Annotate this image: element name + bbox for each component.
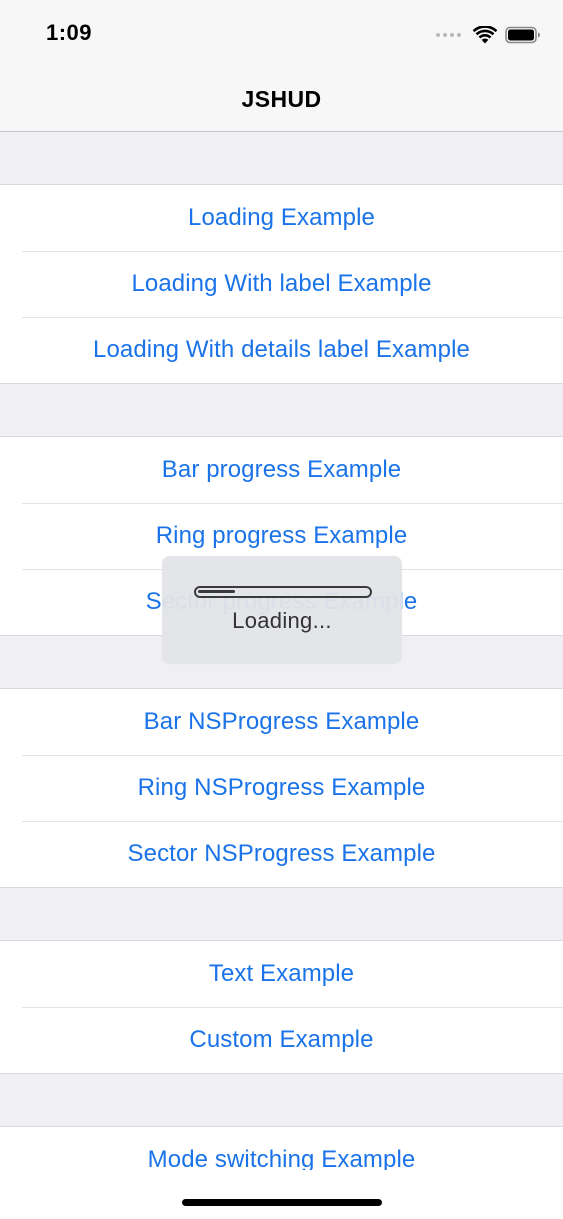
table-cell[interactable]: Custom Example — [0, 1007, 563, 1073]
section-header — [0, 888, 563, 940]
section-header — [0, 1074, 563, 1126]
status-time: 1:09 — [46, 20, 93, 45]
table-section: Bar NSProgress Example Ring NSProgress E… — [0, 688, 563, 888]
signal-dots-icon — [436, 33, 461, 37]
section-header — [0, 132, 563, 184]
home-indicator-area — [0, 1170, 563, 1219]
table-cell[interactable]: Sector NSProgress Example — [0, 821, 563, 887]
status-icons — [436, 24, 541, 46]
wifi-icon — [473, 26, 497, 44]
page-title: JSHUD — [241, 86, 322, 112]
home-indicator[interactable] — [182, 1199, 382, 1206]
table-cell[interactable]: Loading Example — [0, 185, 563, 251]
hud-label: Loading... — [232, 608, 332, 633]
progress-bar-fill — [198, 590, 235, 593]
table-cell[interactable]: Loading With label Example — [0, 251, 563, 317]
table-cell[interactable]: Bar NSProgress Example — [0, 689, 563, 755]
navigation-bar: 1:09 JSHUD — [0, 0, 563, 132]
table-cell[interactable]: Loading With details label Example — [0, 317, 563, 383]
screen: 1:09 JSHUD Loading Example Loading With … — [0, 0, 563, 1219]
progress-bar — [194, 586, 372, 598]
progress-hud: Loading... — [162, 556, 402, 664]
table-cell[interactable]: Bar progress Example — [0, 437, 563, 503]
table-section: Loading Example Loading With label Examp… — [0, 184, 563, 384]
table-cell[interactable]: Ring NSProgress Example — [0, 755, 563, 821]
table-section: Text Example Custom Example — [0, 940, 563, 1074]
table-cell[interactable]: Text Example — [0, 941, 563, 1007]
battery-icon — [505, 26, 541, 44]
section-header — [0, 384, 563, 436]
